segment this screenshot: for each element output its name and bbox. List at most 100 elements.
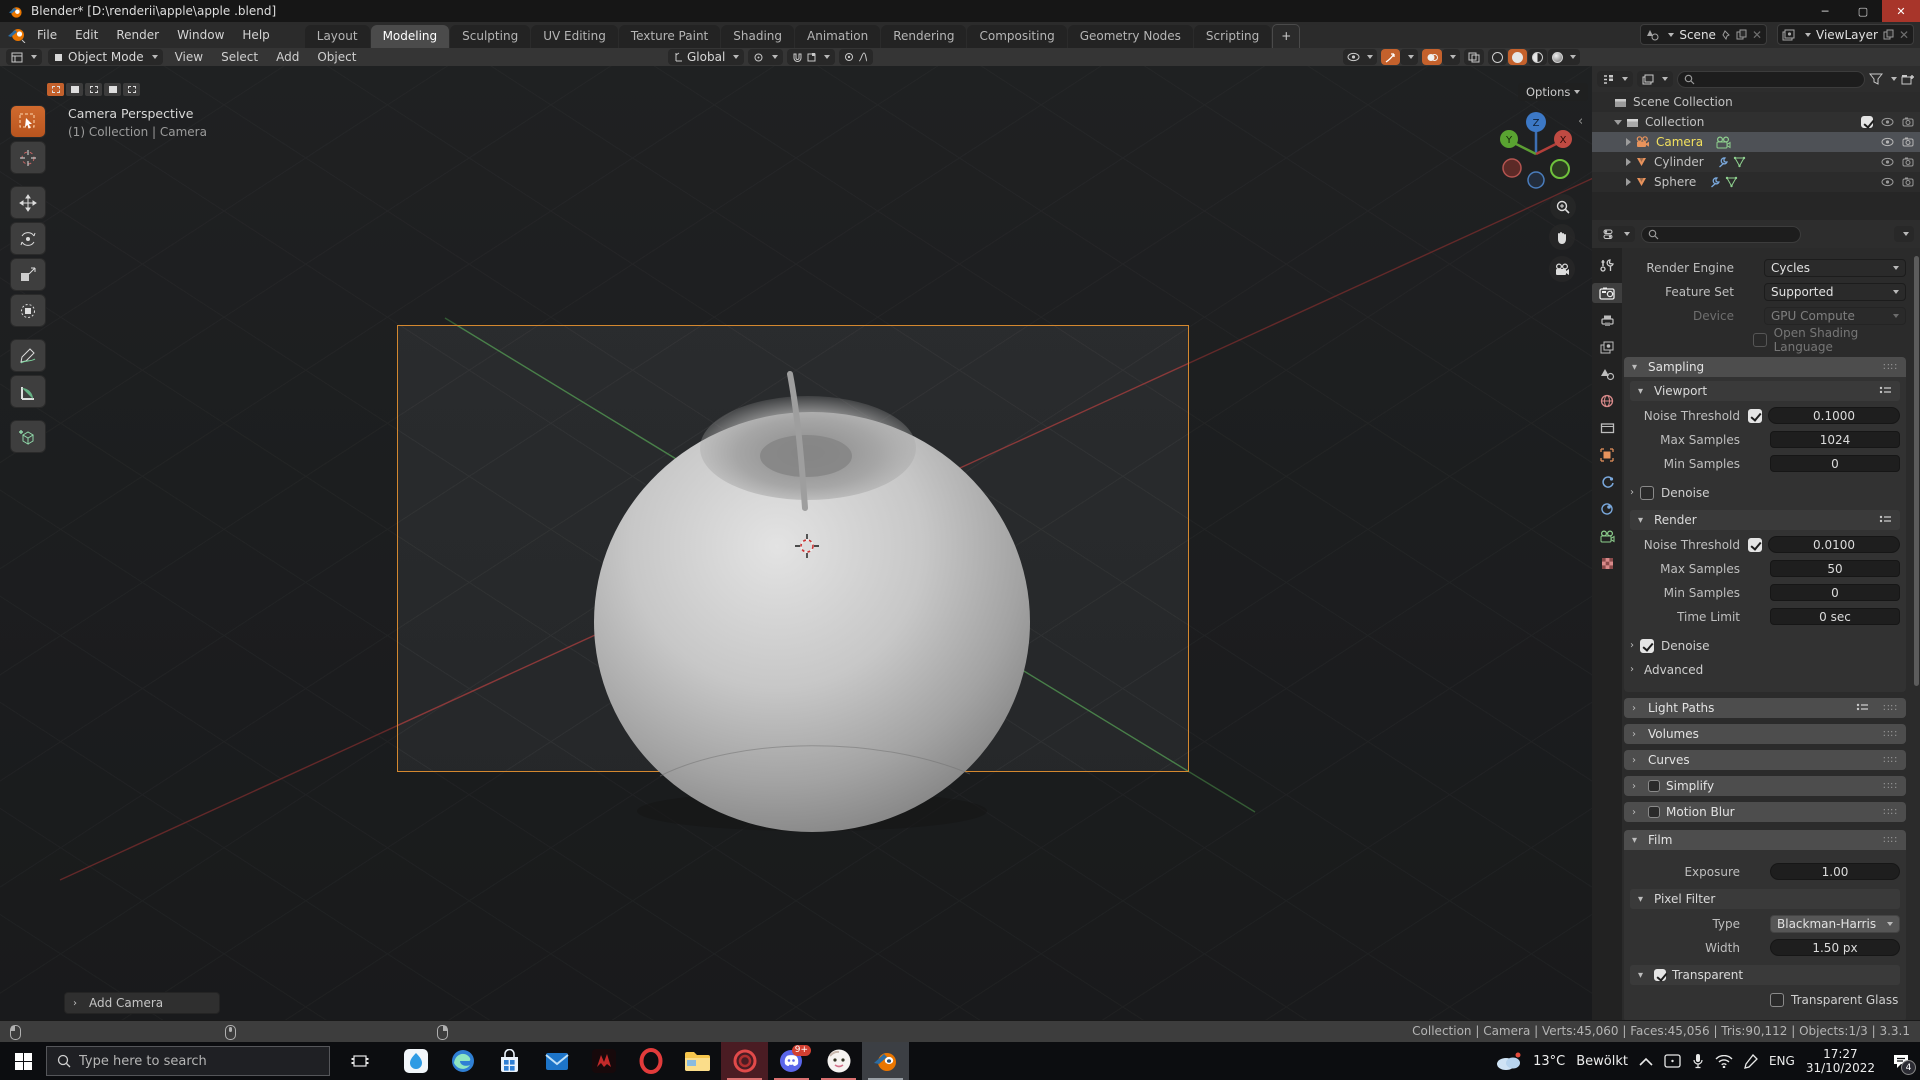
scene-name[interactable]: Scene <box>1679 28 1716 42</box>
app-paint-tool[interactable] <box>815 1042 862 1080</box>
light-paths-panel-header[interactable]: › Light Paths ∷∷ <box>1624 698 1906 718</box>
tab-layout[interactable]: Layout <box>304 25 370 48</box>
mode-selector[interactable]: Object Mode <box>48 49 163 65</box>
menu-window[interactable]: Window <box>168 28 233 42</box>
select-mode-extend[interactable] <box>85 83 102 96</box>
notification-center-button[interactable]: 4 <box>1886 1046 1916 1076</box>
tab-uv-editing[interactable]: UV Editing <box>531 25 618 48</box>
tab-texture[interactable] <box>1592 553 1622 573</box>
menu-help[interactable]: Help <box>233 28 278 42</box>
app-mail[interactable] <box>533 1042 580 1080</box>
viewport-menu-object[interactable]: Object <box>311 50 362 64</box>
hide-eye-icon[interactable] <box>1881 137 1894 147</box>
start-button[interactable] <box>0 1042 46 1080</box>
navigation-gizmo[interactable]: Z Y X <box>1494 106 1578 190</box>
tab-physics[interactable] <box>1592 499 1622 519</box>
vp-denoise-caret[interactable]: › <box>1630 487 1640 498</box>
viewport-menu-select[interactable]: Select <box>215 50 264 64</box>
tool-transform[interactable] <box>10 294 46 327</box>
tablet-mode-icon[interactable] <box>1664 1054 1681 1068</box>
motion-blur-panel-header[interactable]: › Motion Blur ∷∷ <box>1624 802 1906 822</box>
pin-icon[interactable] <box>1721 29 1731 40</box>
pivot-point-button[interactable] <box>748 49 784 65</box>
tab-world[interactable] <box>1592 391 1622 411</box>
motion-blur-drag-grip[interactable]: ∷∷ <box>1883 807 1898 818</box>
film-drag-grip[interactable]: ∷∷ <box>1883 835 1898 846</box>
hide-eye-icon[interactable] <box>1881 117 1894 127</box>
pf-type-select[interactable]: Blackman-Harris <box>1770 914 1900 933</box>
tool-select-box[interactable] <box>10 105 46 138</box>
sampling-panel-header[interactable]: ▾ Sampling ∷∷ <box>1624 357 1906 377</box>
tab-sculpting[interactable]: Sculpting <box>450 25 531 48</box>
app-store[interactable] <box>486 1042 533 1080</box>
close-button[interactable]: ✕ <box>1882 0 1920 22</box>
render-engine-select[interactable]: Cycles <box>1764 258 1906 277</box>
app-discord[interactable]: 9+ <box>768 1042 815 1080</box>
app-game[interactable] <box>580 1042 627 1080</box>
snap-button[interactable] <box>787 49 836 65</box>
tray-expand-chevron-icon[interactable] <box>1639 1057 1653 1066</box>
menu-render[interactable]: Render <box>107 28 168 42</box>
vp-denoise-checkbox[interactable] <box>1640 485 1654 500</box>
outliner-display-mode[interactable] <box>1597 71 1633 87</box>
outliner-row-sphere[interactable]: Sphere <box>1592 172 1920 192</box>
outliner-row-camera[interactable]: Camera <box>1592 132 1920 152</box>
tab-collection-props[interactable] <box>1592 418 1622 438</box>
sphere-expand-arrow[interactable] <box>1626 178 1631 186</box>
tab-view-layer[interactable] <box>1592 337 1622 357</box>
new-viewlayer-icon[interactable] <box>1883 29 1894 40</box>
r-denoise-caret[interactable]: › <box>1630 640 1640 651</box>
outliner-row-cylinder[interactable]: Cylinder <box>1592 152 1920 172</box>
viewlayer-name[interactable]: ViewLayer <box>1816 28 1878 42</box>
taskbar-clock[interactable]: 17:27 31/10/2022 <box>1806 1047 1875 1075</box>
filter-funnel-icon[interactable] <box>1869 73 1883 85</box>
r-noise-checkbox[interactable] <box>1748 537 1762 552</box>
advanced-row[interactable]: › Advanced <box>1630 660 1900 679</box>
render-visibility-icon[interactable] <box>1902 117 1914 127</box>
select-mode-new[interactable] <box>66 83 83 96</box>
properties-options-button[interactable] <box>1894 226 1914 242</box>
collection-exclude-checkbox[interactable] <box>1861 116 1873 128</box>
tool-scale[interactable] <box>10 258 46 291</box>
select-mode-intersect[interactable] <box>123 83 140 96</box>
tool-add-cube[interactable] <box>10 420 46 453</box>
volumes-drag-grip[interactable]: ∷∷ <box>1883 729 1898 740</box>
app-edge[interactable] <box>439 1042 486 1080</box>
tab-tool[interactable] <box>1592 256 1622 276</box>
camera-expand-arrow[interactable] <box>1626 138 1631 146</box>
tab-modeling[interactable]: Modeling <box>370 25 450 48</box>
light-paths-drag-grip[interactable]: ∷∷ <box>1883 703 1898 714</box>
exposure-field[interactable]: 1.00 <box>1770 863 1900 880</box>
vp-noise-field[interactable]: 0.1000 <box>1768 407 1900 424</box>
scene-selector[interactable]: Scene ✕ <box>1640 24 1767 45</box>
options-button[interactable]: Options <box>1518 83 1589 101</box>
tab-animation[interactable]: Animation <box>795 25 881 48</box>
show-overlays-toggle[interactable] <box>1422 49 1442 65</box>
select-mode-subtract[interactable] <box>104 83 121 96</box>
viewlayer-selector[interactable]: ViewLayer ✕ <box>1777 24 1914 45</box>
operator-panel-add-camera[interactable]: › Add Camera <box>64 992 220 1014</box>
tab-geometry-nodes[interactable]: Geometry Nodes <box>1067 25 1193 48</box>
simplify-drag-grip[interactable]: ∷∷ <box>1883 781 1898 792</box>
viewport-preset-icon[interactable] <box>1879 386 1892 396</box>
viewport-subpanel-header[interactable]: ▾ Viewport <box>1630 381 1900 401</box>
add-workspace-button[interactable]: + <box>1272 24 1301 48</box>
r-max-field[interactable]: 50 <box>1770 560 1900 577</box>
simplify-checkbox[interactable] <box>1648 780 1660 792</box>
app-red-circle-active[interactable] <box>721 1042 768 1080</box>
xray-toggle[interactable] <box>1464 49 1484 65</box>
vp-min-field[interactable]: 0 <box>1770 455 1900 472</box>
r-denoise-checkbox[interactable] <box>1640 638 1654 653</box>
viewport-menu-add[interactable]: Add <box>270 50 305 64</box>
properties-search-input[interactable] <box>1641 225 1801 243</box>
axis-y-neg-ball[interactable] <box>1550 159 1570 179</box>
advanced-caret[interactable]: › <box>1630 664 1640 675</box>
weather-desc[interactable]: Bewölkt <box>1576 1054 1628 1069</box>
orientation-selector[interactable]: Global <box>668 49 745 65</box>
pixel-filter-subpanel-header[interactable]: ▾ Pixel Filter <box>1630 889 1900 909</box>
viewport-3d[interactable]: Camera Perspective (1) Collection | Came… <box>0 66 1592 1020</box>
motion-blur-checkbox[interactable] <box>1648 806 1660 818</box>
taskbar-search[interactable] <box>46 1046 330 1076</box>
language-indicator[interactable]: ENG <box>1769 1054 1795 1068</box>
search-input[interactable] <box>79 1053 299 1069</box>
